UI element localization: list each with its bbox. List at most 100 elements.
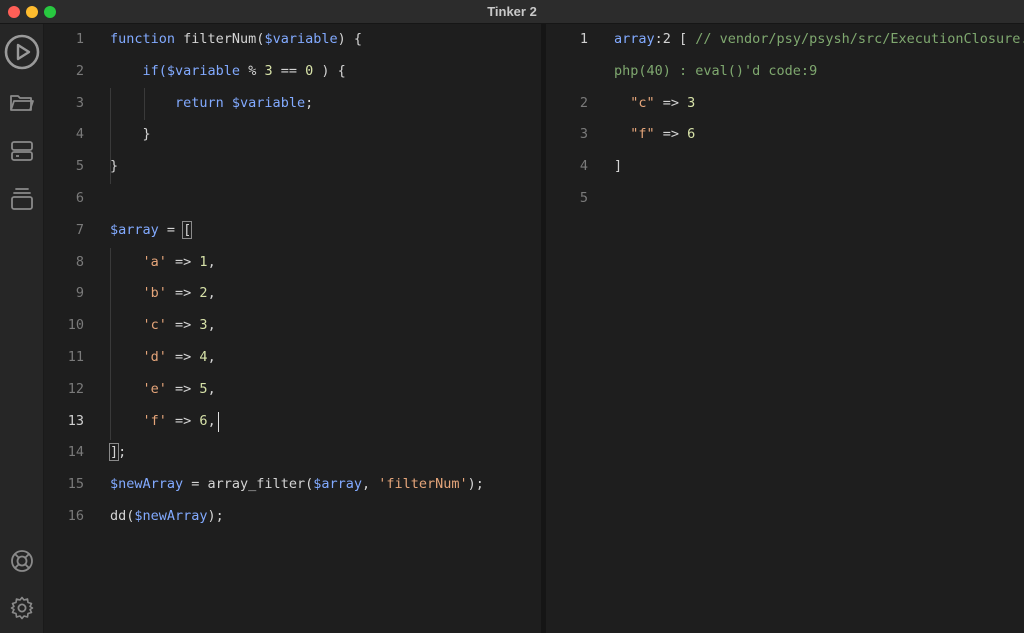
code-token: =>	[166, 253, 200, 270]
code-token: 'c'	[110, 317, 167, 334]
code-token: $variable	[231, 94, 306, 111]
code-token: function	[110, 31, 176, 47]
code-text: dd($newArray);	[110, 508, 224, 524]
code-token: filterNum(	[175, 31, 265, 47]
code-token: 'f'	[110, 412, 167, 429]
line-number: 15	[67, 476, 84, 493]
code-token: array	[614, 31, 655, 47]
line-number: 8	[75, 253, 84, 270]
title-bar: Tinker 2	[0, 0, 1024, 24]
line-number: 5	[579, 190, 588, 206]
editor-line: 12 'e' => 5,	[44, 374, 541, 406]
code-token: dd(	[110, 508, 135, 524]
code-token: 6	[199, 412, 208, 429]
code-text: $array = [	[110, 220, 193, 239]
sidebar	[0, 24, 44, 633]
connections-button[interactable]	[0, 140, 44, 162]
output-line: 1 array:2 [ // vendor/psy/psysh/src/Execu…	[546, 24, 1024, 56]
code-token: 3	[199, 317, 208, 334]
code-token: 3	[687, 94, 696, 111]
code-token: ==	[272, 62, 306, 79]
code-text: $newArray = array_filter($array, 'filter…	[110, 476, 484, 492]
code-token: ,	[207, 380, 216, 397]
run-button[interactable]	[0, 34, 44, 70]
code-token: }	[110, 158, 119, 175]
code-token: =>	[654, 94, 688, 111]
code-token: );	[207, 508, 224, 524]
line-number: 2	[579, 94, 588, 111]
code-text: }	[110, 158, 118, 174]
editor-line: 8 'a' => 1,	[44, 247, 541, 279]
line-number: 14	[67, 444, 84, 461]
open-file-button[interactable]	[0, 92, 44, 114]
code-text: ]	[614, 158, 622, 174]
code-token: "c"	[614, 94, 655, 111]
code-token: ;	[305, 94, 314, 111]
code-token: ) {	[337, 31, 362, 47]
code-token: 1	[199, 253, 208, 270]
editor-line: 6	[44, 183, 541, 215]
code-token: $newArray	[110, 476, 184, 493]
line-number: 11	[67, 349, 84, 365]
code-token: 'b'	[110, 285, 167, 302]
editor-line: 7 $array = [	[44, 215, 541, 247]
code-token: $array	[313, 476, 362, 493]
output-line: 2 "c" => 3	[546, 88, 1024, 120]
code-text: php(40) : eval()'d code:9	[614, 63, 817, 79]
code-token: :2 [	[654, 31, 696, 47]
line-number: 6	[75, 190, 84, 206]
line-number: 1	[75, 31, 84, 47]
editor-line: 1 function filterNum($variable) {	[44, 24, 541, 56]
line-number: 3	[579, 126, 588, 143]
editor-line: 2 if($variable % 3 == 0 ) {	[44, 56, 541, 88]
code-editor[interactable]: 1 function filterNum($variable) {2 if($va…	[44, 24, 541, 633]
settings-button[interactable]	[0, 595, 44, 621]
code-token: if(	[110, 62, 167, 79]
code-text: 'a' => 1,	[110, 254, 216, 270]
code-token: ,	[207, 285, 216, 302]
code-token: "f"	[614, 126, 655, 143]
line-number: 16	[67, 508, 84, 524]
code-token: =>	[166, 380, 200, 397]
help-icon	[11, 550, 33, 572]
editor-line: 16 dd($newArray);	[44, 501, 541, 533]
code-token: %	[240, 62, 265, 79]
line-number: 1	[579, 31, 588, 47]
code-token: ,	[207, 253, 216, 270]
output-line: 4]	[546, 151, 1024, 183]
line-number: 3	[75, 94, 84, 111]
tinker-window: Tinker 2 1 function filterNum($variable)…	[0, 0, 1024, 633]
code-token: ,	[207, 412, 216, 429]
code-token: =>	[654, 126, 688, 143]
line-number: 9	[75, 285, 84, 302]
folder-icon	[10, 95, 34, 111]
editor-line: 4 }	[44, 119, 541, 151]
code-token: ,	[207, 349, 216, 365]
code-text: array:2 [ // vendor/psy/psysh/src/Execut…	[614, 31, 1024, 47]
code-text: 'b' => 2,	[110, 285, 216, 301]
code-text: if($variable % 3 == 0 ) {	[110, 63, 346, 79]
window-title: Tinker 2	[487, 4, 537, 19]
code-text: return $variable;	[110, 95, 313, 111]
help-button[interactable]	[0, 548, 44, 574]
code-token: ) {	[313, 62, 346, 79]
editor-line: 11 'd' => 4,	[44, 342, 541, 374]
code-token: [	[182, 220, 193, 239]
code-token: );	[467, 476, 484, 493]
code-token: =>	[166, 285, 200, 302]
line-number: 7	[75, 221, 84, 238]
code-token: ]	[614, 158, 623, 175]
code-token: $variable	[166, 62, 241, 79]
code-text: 'c' => 3,	[110, 317, 216, 333]
code-token: 6	[687, 126, 696, 143]
code-token: =	[158, 221, 184, 238]
archive-icon	[11, 188, 33, 210]
line-number: 5	[75, 158, 84, 175]
code-text: 'd' => 4,	[110, 349, 216, 365]
code-token: ,	[207, 317, 216, 334]
output-line: php(40) : eval()'d code:9	[546, 56, 1024, 88]
code-text: 'e' => 5,	[110, 381, 216, 397]
snippets-button[interactable]	[0, 186, 44, 212]
code-text: "f" => 6	[614, 126, 695, 142]
code-token: php(40) : eval()'d code:9	[614, 62, 818, 79]
